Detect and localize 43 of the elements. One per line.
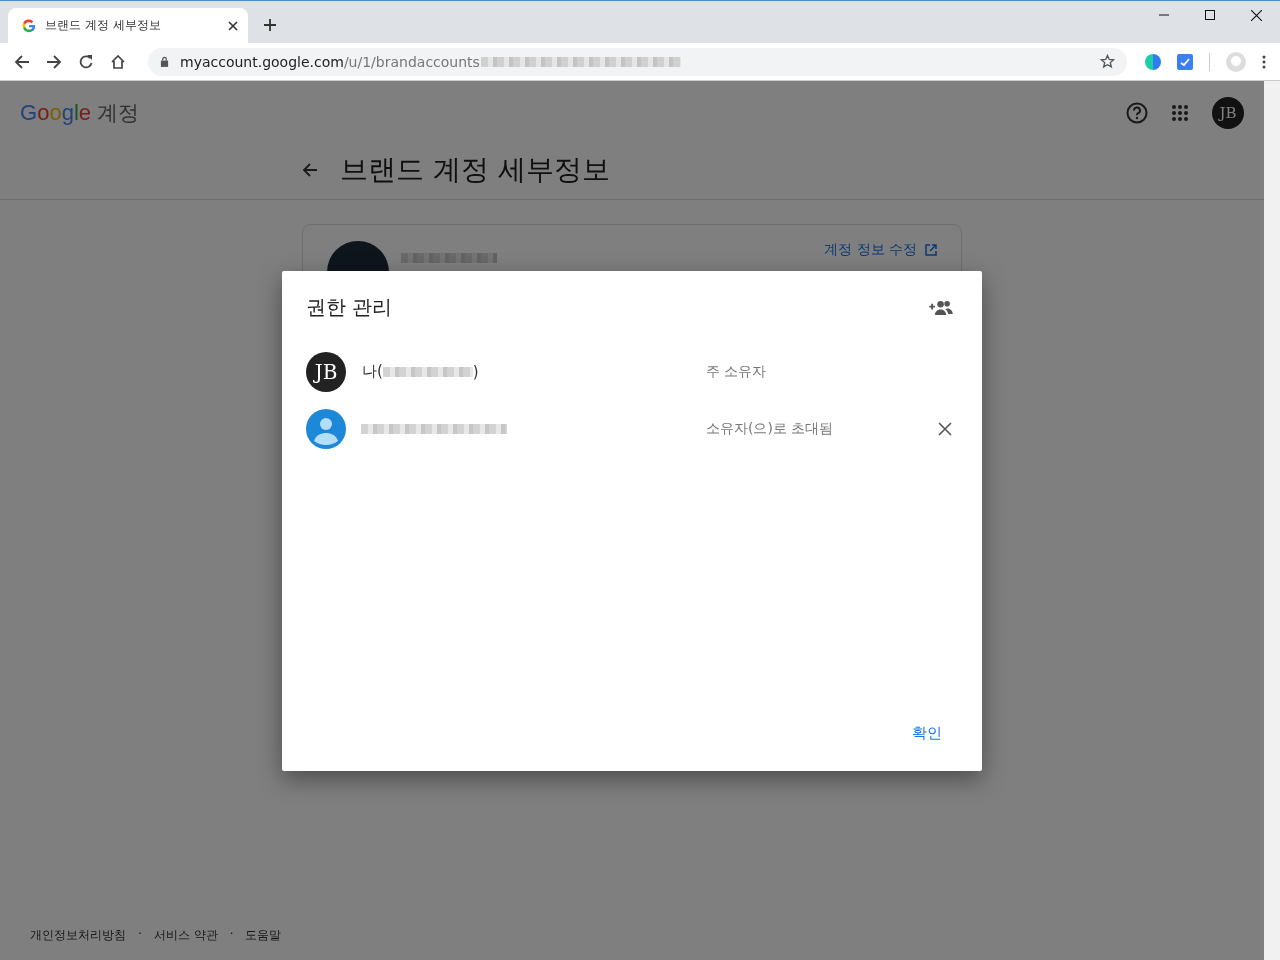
member-name-text: ) (472, 362, 479, 381)
footer-link[interactable]: 서비스 약관 (153, 927, 218, 944)
back-arrow-icon[interactable] (302, 162, 318, 178)
extension-icon[interactable] (1177, 53, 1193, 70)
tab-title: 브랜드 계정 세부정보 (45, 17, 162, 34)
member-role: 주 소유자 (706, 362, 768, 381)
star-icon[interactable] (1100, 54, 1115, 69)
forward-icon[interactable] (46, 53, 62, 70)
home-icon[interactable] (110, 53, 126, 70)
confirm-button[interactable]: 확인 (896, 718, 958, 749)
menu-icon[interactable] (1262, 54, 1266, 69)
browser-tab[interactable]: 브랜드 계정 세부정보 (8, 8, 248, 43)
back-icon[interactable] (14, 53, 30, 70)
member-role: 소유자(으)로 초대됨 (706, 419, 835, 438)
user-avatar: JB (306, 351, 346, 392)
separator-dot: · (229, 927, 234, 943)
close-icon[interactable] (938, 421, 952, 436)
open-in-new-icon (925, 244, 937, 256)
footer-link[interactable]: 도움말 (245, 927, 282, 944)
footer-link[interactable]: 개인정보처리방침 (30, 927, 126, 944)
close-icon[interactable] (228, 20, 238, 31)
address-bar[interactable]: myaccount.google.com/u/1/brandaccounts (148, 47, 1127, 76)
scrollbar[interactable] (1264, 81, 1280, 960)
add-person-icon[interactable] (929, 299, 954, 315)
help-icon[interactable] (1126, 102, 1148, 124)
dialog-title: 권한 관리 (306, 293, 393, 321)
close-icon[interactable] (1251, 10, 1262, 21)
separator-dot: · (138, 927, 142, 943)
page-title: 브랜드 계정 세부정보 (340, 152, 610, 188)
account-avatar[interactable]: JB (1212, 97, 1244, 129)
edit-account-link[interactable]: 계정 정보 수정 (824, 241, 937, 259)
apps-grid-icon[interactable] (1172, 105, 1188, 121)
google-logo-icon (22, 18, 36, 33)
google-logo[interactable]: Google (20, 100, 91, 126)
maximize-icon[interactable] (1205, 10, 1215, 20)
url-text: myaccount.google.com/u/1/brandaccounts (180, 53, 480, 70)
reload-icon[interactable] (78, 53, 94, 70)
lock-icon (160, 56, 169, 67)
extension-icon[interactable] (1145, 53, 1161, 70)
member-name-text: 나( (362, 362, 383, 381)
product-name: 계정 (97, 100, 139, 127)
new-tab-icon[interactable] (264, 19, 276, 31)
person-avatar-icon (306, 408, 346, 449)
